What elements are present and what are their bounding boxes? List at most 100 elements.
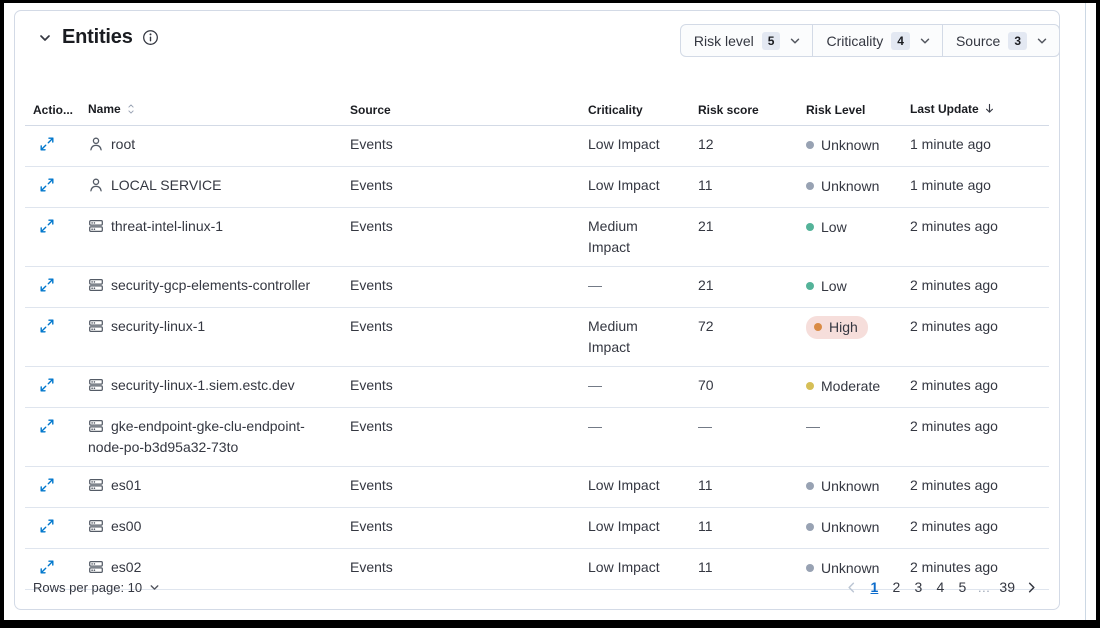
host-icon	[88, 318, 104, 334]
table-row: es00 Events Low Impact 11 Unknown 2 minu…	[25, 508, 1049, 549]
filter-count-badge: 5	[762, 32, 781, 50]
entity-last-update: 1 minute ago	[902, 126, 1049, 167]
risk-level-dot	[814, 323, 822, 331]
filter-label: Criticality	[826, 33, 883, 49]
host-icon	[88, 418, 104, 434]
filter-criticality-button[interactable]: Criticality 4	[813, 25, 942, 56]
risk-level-label: Unknown	[821, 135, 879, 156]
filter-source-button[interactable]: Source 3	[943, 25, 1059, 56]
table-row: LOCAL SERVICE Events Low Impact 11 Unkno…	[25, 167, 1049, 208]
expand-icon	[39, 136, 55, 152]
risk-level-dot	[806, 523, 814, 531]
entity-name: gke-endpoint-gke-clu-endpoint-node-po-b3…	[88, 418, 305, 455]
header-name[interactable]: Name	[80, 95, 342, 126]
risk-level-label: High	[829, 317, 858, 338]
entity-risk-score: 72	[690, 308, 798, 367]
expand-entity-button[interactable]	[37, 475, 57, 495]
filter-label: Risk level	[694, 33, 754, 49]
risk-level-label: Moderate	[821, 376, 880, 397]
table-footer: Rows per page: 10 1 2 3 4 5 … 39	[25, 565, 1049, 609]
chevron-down-icon	[148, 581, 161, 594]
entity-risk-score: 21	[690, 267, 798, 308]
expand-entity-button[interactable]	[37, 275, 57, 295]
header-last-update[interactable]: Last Update	[902, 95, 1049, 126]
entity-last-update: 2 minutes ago	[902, 308, 1049, 367]
entity-last-update: 2 minutes ago	[902, 408, 1049, 467]
risk-level-dot	[806, 182, 814, 190]
expand-icon	[39, 477, 55, 493]
risk-level-dot	[806, 223, 814, 231]
risk-level-label: —	[798, 408, 902, 467]
expand-entity-button[interactable]	[37, 316, 57, 336]
rows-per-page-button[interactable]: Rows per page: 10	[33, 580, 161, 595]
page-button-1[interactable]: 1	[865, 575, 883, 599]
table-row: root Events Low Impact 12 Unknown 1 minu…	[25, 126, 1049, 167]
entity-source: Events	[342, 208, 580, 267]
entity-criticality: —	[588, 275, 602, 296]
entity-source: Events	[342, 167, 580, 208]
entity-risk-score: —	[690, 408, 798, 467]
expand-icon	[39, 518, 55, 534]
entity-criticality: Low Impact	[588, 516, 660, 537]
entity-last-update: 2 minutes ago	[902, 508, 1049, 549]
filter-label: Source	[956, 33, 1000, 49]
risk-level-label: Unknown	[821, 476, 879, 497]
header-risk-score: Risk score	[690, 95, 798, 126]
entity-name: security-linux-1	[111, 318, 205, 334]
page-background: Entities Risk level 5 Criticality 4 Sour…	[4, 3, 1096, 620]
table-row: es01 Events Low Impact 11 Unknown 2 minu…	[25, 467, 1049, 508]
info-icon[interactable]	[142, 29, 159, 46]
host-icon	[88, 518, 104, 534]
entity-criticality: Low Impact	[588, 134, 660, 155]
expand-icon	[39, 377, 55, 393]
entity-name: security-linux-1.siem.estc.dev	[111, 377, 295, 393]
entities-panel: Entities Risk level 5 Criticality 4 Sour…	[14, 10, 1060, 610]
entity-name: es01	[111, 477, 141, 493]
table-row: security-linux-1.siem.estc.dev Events — …	[25, 367, 1049, 408]
expand-entity-button[interactable]	[37, 516, 57, 536]
filter-risk-level-button[interactable]: Risk level 5	[681, 25, 814, 56]
host-icon	[88, 477, 104, 493]
entity-risk-score: 21	[690, 208, 798, 267]
entity-risk-score: 11	[690, 467, 798, 508]
expand-icon	[39, 177, 55, 193]
chevron-down-icon	[37, 30, 53, 46]
risk-level-dot	[806, 282, 814, 290]
entity-last-update: 1 minute ago	[902, 167, 1049, 208]
entities-table: Actio... Name Source Criticality Risk sc…	[25, 95, 1049, 590]
prev-page-button[interactable]	[842, 578, 861, 597]
header-actions: Actio...	[25, 95, 80, 126]
risk-level-dot	[806, 141, 814, 149]
filter-group: Risk level 5 Criticality 4 Source 3	[680, 24, 1060, 57]
expand-icon	[39, 418, 55, 434]
risk-level-label: Low	[821, 276, 847, 297]
entity-source: Events	[342, 508, 580, 549]
page-button-39[interactable]: 39	[996, 575, 1018, 599]
expand-entity-button[interactable]	[37, 375, 57, 395]
page-button-4[interactable]: 4	[931, 575, 949, 599]
expand-entity-button[interactable]	[37, 175, 57, 195]
header-criticality: Criticality	[580, 95, 690, 126]
entity-criticality: Medium Impact	[588, 216, 660, 258]
panel-title: Entities	[62, 26, 133, 49]
page-button-5[interactable]: 5	[953, 575, 971, 599]
expand-entity-button[interactable]	[37, 416, 57, 436]
risk-level-label: Low	[821, 217, 847, 238]
collapse-entities-button[interactable]	[35, 28, 55, 48]
next-page-button[interactable]	[1022, 578, 1041, 597]
user-icon	[88, 177, 104, 193]
entity-name: threat-intel-linux-1	[111, 218, 223, 234]
risk-level-label: Unknown	[821, 176, 879, 197]
entity-risk-score: 70	[690, 367, 798, 408]
table-header-row: Actio... Name Source Criticality Risk sc…	[25, 95, 1049, 126]
page-button-2[interactable]: 2	[887, 575, 905, 599]
risk-level-badge: High	[806, 316, 868, 339]
table-row: security-linux-1 Events Medium Impact 72…	[25, 308, 1049, 367]
entity-source: Events	[342, 467, 580, 508]
expand-entity-button[interactable]	[37, 134, 57, 154]
entity-criticality: —	[588, 375, 602, 396]
page-button-3[interactable]: 3	[909, 575, 927, 599]
expand-entity-button[interactable]	[37, 216, 57, 236]
entity-source: Events	[342, 126, 580, 167]
risk-level-label: Unknown	[821, 517, 879, 538]
